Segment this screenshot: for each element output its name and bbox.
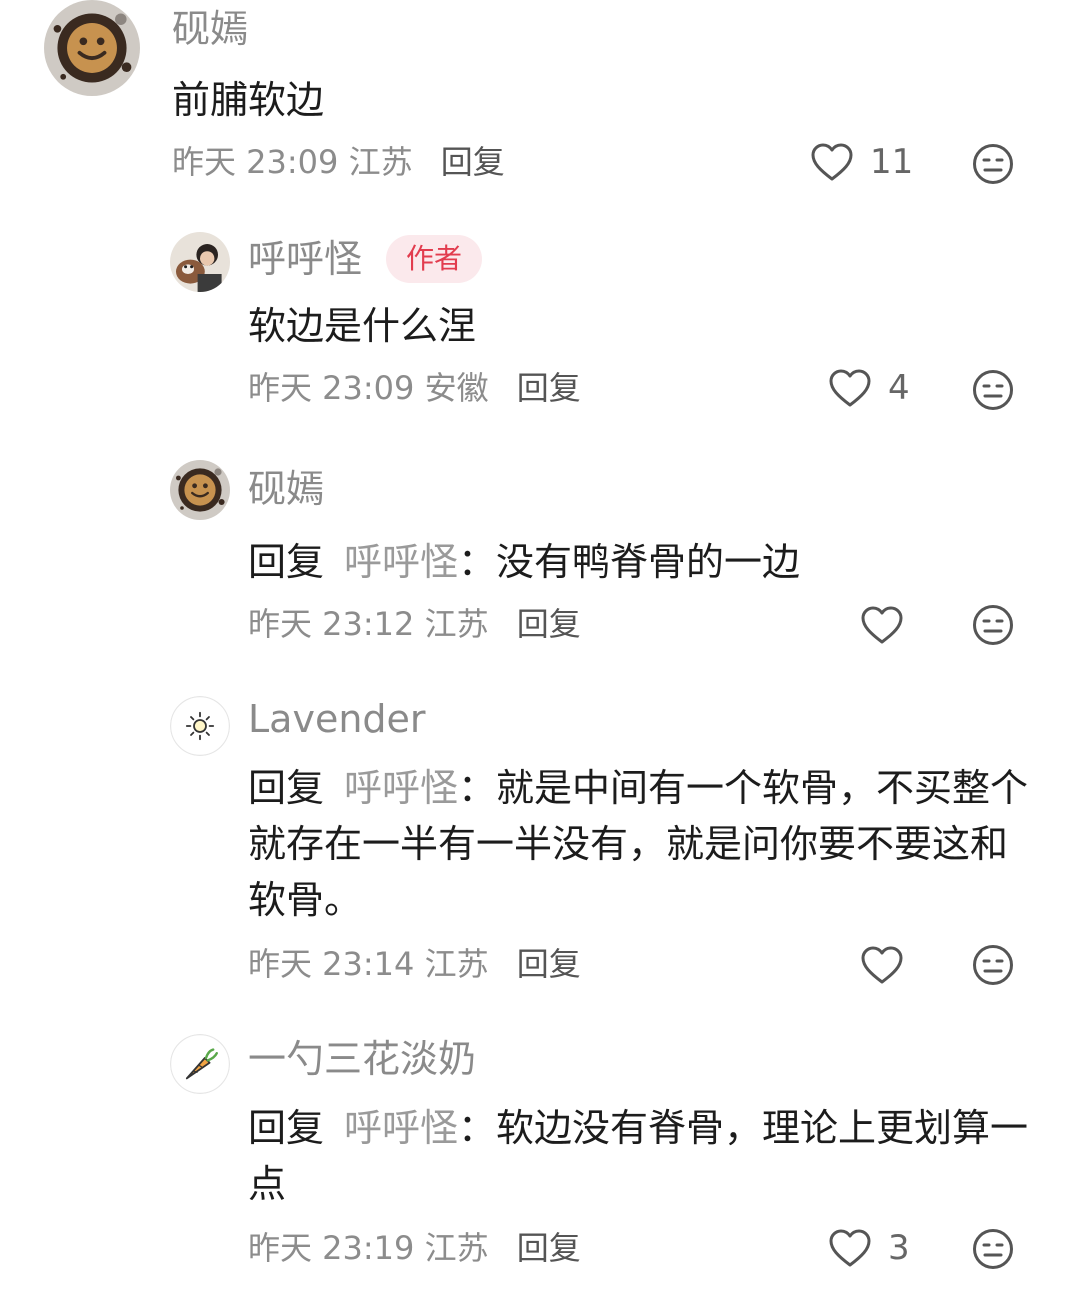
author-badge: 作者: [386, 235, 483, 283]
comment-meta: 昨天 23:14 江苏 回复: [248, 948, 581, 980]
username[interactable]: 一勺三花淡奶: [248, 1040, 476, 1078]
reply-prefix: 回复: [248, 1106, 325, 1150]
comment-text: 软边是什么涅: [248, 304, 477, 348]
avatar[interactable]: [44, 0, 140, 96]
reply-button[interactable]: 回复: [441, 143, 505, 181]
separator: ：: [458, 766, 497, 810]
comment-meta: 昨天 23:09 江苏 回复: [172, 146, 505, 178]
reply-button[interactable]: 回复: [517, 945, 581, 983]
timestamp: 昨天 23:12: [248, 605, 415, 643]
comment-body: 没有鸭脊骨的一边: [496, 540, 801, 584]
mention-link[interactable]: 呼呼怪: [344, 1106, 458, 1150]
like-count: 4: [888, 368, 910, 408]
reply-prefix: 回复: [248, 766, 325, 810]
meh-face-icon: [972, 369, 1014, 411]
like-count: 3: [888, 1228, 910, 1268]
sun-icon: [170, 696, 230, 756]
heart-icon: [810, 142, 854, 182]
avatar[interactable]: [170, 696, 230, 756]
username[interactable]: Lavender: [248, 700, 426, 738]
like-button[interactable]: [860, 945, 920, 985]
timestamp: 昨天 23:14: [248, 945, 415, 983]
dislike-button[interactable]: [972, 369, 1014, 411]
smiley-latte-icon: [170, 460, 230, 520]
separator: ：: [458, 1106, 497, 1150]
comment-meta: 昨天 23:09 安徽 回复: [248, 372, 581, 404]
reply-button[interactable]: 回复: [517, 605, 581, 643]
meh-face-icon: [972, 1228, 1014, 1270]
mention-link[interactable]: 呼呼怪: [344, 540, 458, 584]
dislike-button[interactable]: [972, 1228, 1014, 1270]
location: 江苏: [424, 605, 489, 643]
heart-icon: [860, 605, 904, 645]
heart-icon: [860, 945, 904, 985]
like-button[interactable]: [860, 605, 920, 645]
location: 江苏: [424, 945, 489, 983]
location: 江苏: [348, 143, 413, 181]
meh-face-icon: [972, 944, 1014, 986]
comment-text: 回复 呼呼怪：就是中间有一个软骨，不买整个就存在一半有一半没有，就是问你要不要这和…: [248, 760, 1038, 928]
location: 安徽: [424, 369, 489, 407]
person-with-dog-photo: [170, 232, 230, 292]
username[interactable]: 砚嫣: [248, 470, 324, 508]
avatar[interactable]: [170, 460, 230, 520]
heart-icon: [828, 1228, 872, 1268]
carrot-icon: [170, 1034, 230, 1094]
separator: ：: [458, 540, 497, 584]
like-button[interactable]: 11: [810, 142, 913, 182]
reply-button[interactable]: 回复: [517, 1229, 581, 1267]
heart-icon: [828, 368, 872, 408]
dislike-button[interactable]: [972, 143, 1014, 185]
dislike-button[interactable]: [972, 944, 1014, 986]
avatar[interactable]: [170, 232, 230, 292]
username[interactable]: 呼呼怪: [248, 240, 362, 278]
timestamp: 昨天 23:09: [172, 143, 339, 181]
comment-text: 前脯软边: [172, 78, 325, 122]
mention-link[interactable]: 呼呼怪: [344, 766, 458, 810]
timestamp: 昨天 23:09: [248, 369, 415, 407]
timestamp: 昨天 23:19: [248, 1229, 415, 1267]
like-count: 11: [870, 142, 914, 182]
username[interactable]: 砚嫣: [172, 10, 248, 48]
comment-meta: 昨天 23:12 江苏 回复: [248, 608, 581, 640]
comment-text: 回复 呼呼怪：软边没有脊骨，理论上更划算一点: [248, 1100, 1038, 1212]
location: 江苏: [424, 1229, 489, 1267]
like-button[interactable]: 3: [828, 1228, 910, 1268]
comment-text: 回复 呼呼怪：没有鸭脊骨的一边: [248, 534, 1038, 590]
meh-face-icon: [972, 143, 1014, 185]
reply-button[interactable]: 回复: [517, 369, 581, 407]
dislike-button[interactable]: [972, 604, 1014, 646]
avatar[interactable]: [170, 1034, 230, 1094]
reply-prefix: 回复: [248, 540, 325, 584]
comment-meta: 昨天 23:19 江苏 回复: [248, 1232, 581, 1264]
like-button[interactable]: 4: [828, 368, 910, 408]
meh-face-icon: [972, 604, 1014, 646]
smiley-latte-icon: [44, 0, 140, 96]
